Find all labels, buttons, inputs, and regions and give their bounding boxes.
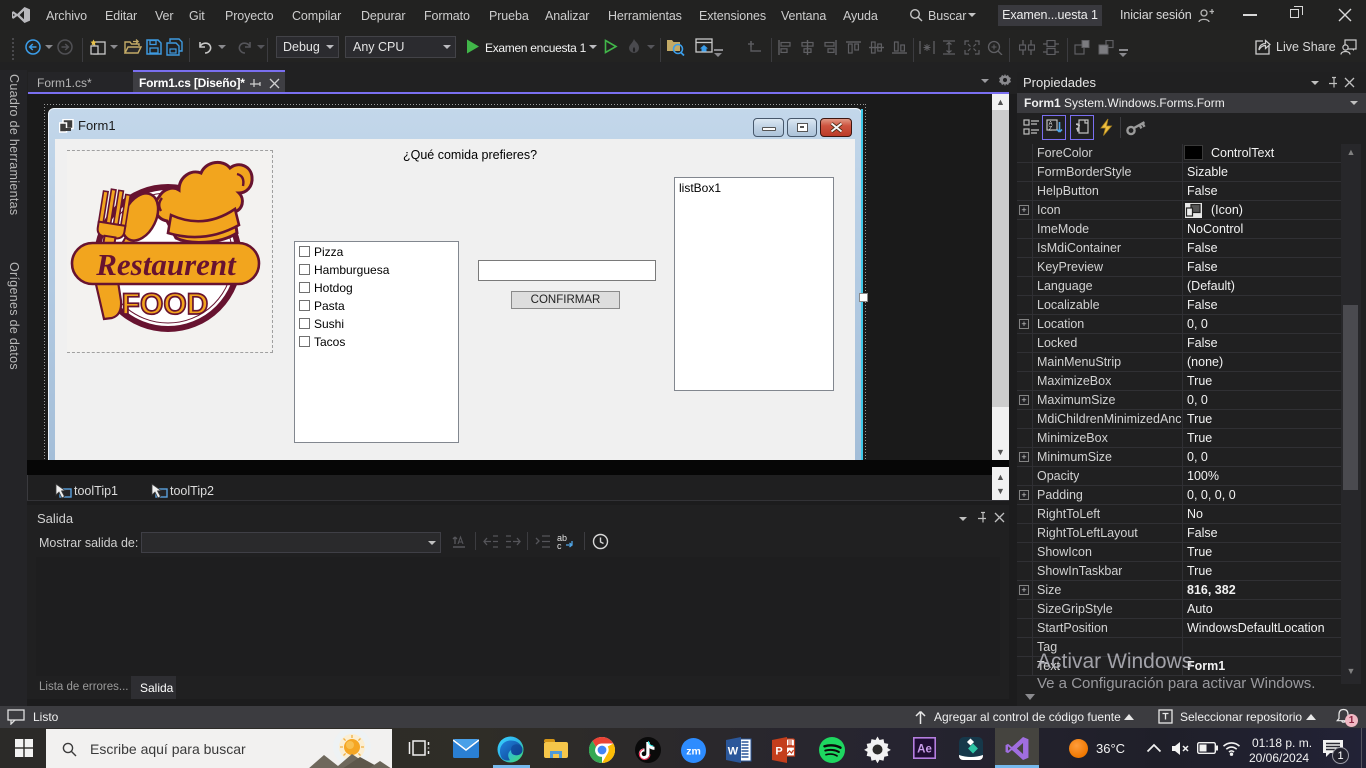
svg-text:P: P bbox=[775, 746, 782, 758]
svg-text:FOOD: FOOD bbox=[122, 288, 209, 321]
svg-text:W: W bbox=[728, 746, 739, 758]
svg-text:Z: Z bbox=[1049, 127, 1053, 133]
svg-text:c: c bbox=[557, 541, 562, 550]
svg-text:Restaurent: Restaurent bbox=[95, 247, 237, 282]
svg-text:Ae: Ae bbox=[917, 744, 932, 756]
svg-text:zm: zm bbox=[686, 746, 701, 758]
